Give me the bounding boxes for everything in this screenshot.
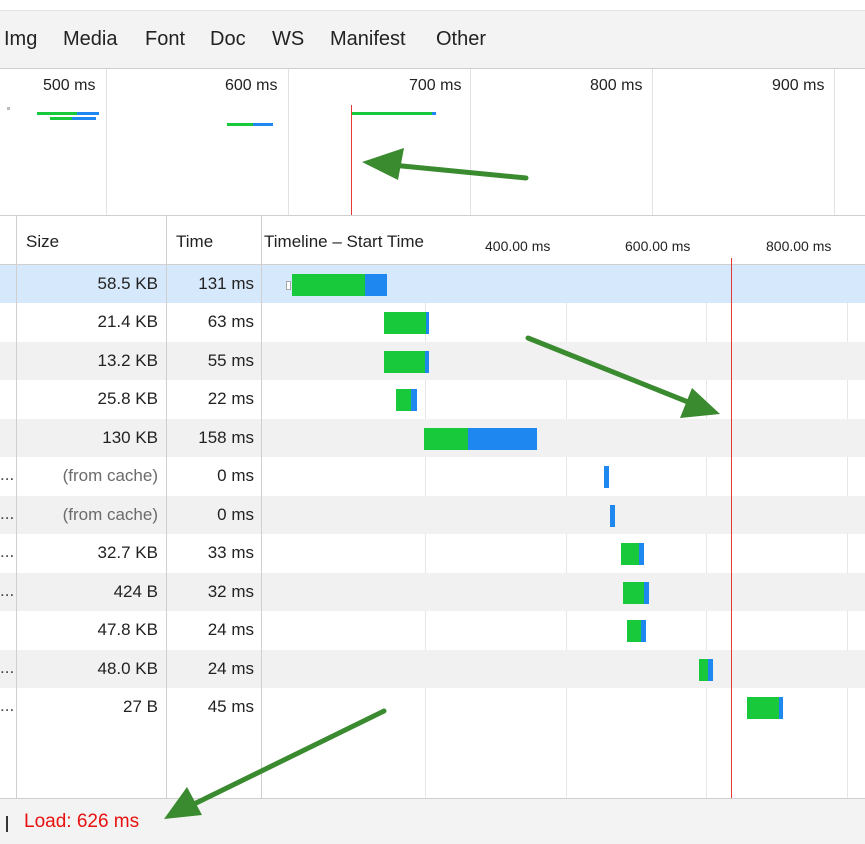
annotation-arrow-timeline	[525, 335, 720, 418]
annotation-arrow-overview	[362, 148, 529, 181]
annotation-arrow-footer	[164, 708, 387, 819]
annotation-arrows	[164, 148, 720, 819]
